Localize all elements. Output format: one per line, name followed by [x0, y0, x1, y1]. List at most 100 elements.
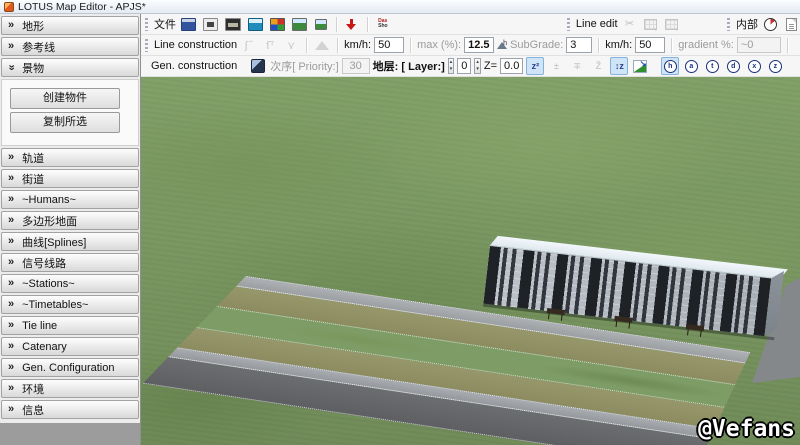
- file-menu-label[interactable]: 文件: [154, 16, 176, 32]
- toolbar-line-construction: Line construction ʃ˘ ſᵀ ⋎ km/h: max (%):…: [141, 35, 800, 56]
- image-button[interactable]: [290, 15, 309, 33]
- terrain-z2-button[interactable]: z²: [526, 57, 544, 75]
- merge-line-button[interactable]: [663, 15, 681, 33]
- separator: [306, 38, 307, 53]
- object-tool-button[interactable]: [249, 57, 267, 75]
- description-button[interactable]: Das Sho: [374, 15, 392, 33]
- sidebar-item-label: Gen. Configuration: [22, 362, 114, 374]
- plusminus2-button[interactable]: ∓: [568, 57, 586, 75]
- speed2-input[interactable]: [635, 37, 665, 53]
- sidebar-item-tracks[interactable]: » 轨道: [1, 148, 139, 167]
- tiles-icon: [270, 18, 285, 31]
- rotate-d-icon: d: [727, 60, 740, 73]
- window-title: LOTUS Map Editor - APJS*: [18, 1, 146, 13]
- sidebar-item-environment[interactable]: » 环境: [1, 379, 139, 398]
- z-label: Z=: [484, 60, 497, 72]
- gauge-button[interactable]: [761, 15, 779, 33]
- archive-button[interactable]: [246, 15, 265, 33]
- spline-branch-button[interactable]: ⋎: [282, 36, 300, 54]
- tiles-button[interactable]: [268, 15, 287, 33]
- separator: [337, 38, 338, 53]
- separator: [410, 38, 411, 53]
- embankment-button[interactable]: [313, 36, 331, 54]
- sidebar-item-gen-configuration[interactable]: » Gen. Configuration: [1, 358, 139, 377]
- panorama-button[interactable]: [223, 15, 244, 33]
- building-entrance-canopy: [614, 316, 632, 323]
- chevron-right-icon: »: [8, 173, 14, 184]
- sidebar-filler: [0, 423, 140, 445]
- z-value[interactable]: 0.0: [500, 58, 523, 74]
- sidebar-item-tie-line[interactable]: » Tie line: [1, 316, 139, 335]
- cut-line-button[interactable]: ✂: [621, 15, 639, 33]
- gauge-icon: [764, 18, 777, 31]
- sidebar-item-signal-lines[interactable]: » 信号线路: [1, 253, 139, 272]
- create-object-button[interactable]: 创建物件: [10, 88, 120, 109]
- rotate-a-icon: a: [685, 60, 698, 73]
- sidebar-item-label: 环境: [22, 381, 44, 397]
- app-window: LOTUS Map Editor - APJS* » 地形 » 参考线 » 景物…: [0, 0, 800, 445]
- sidebar-item-terrain[interactable]: » 地形: [1, 16, 139, 35]
- rotate-x-icon: x: [748, 60, 761, 73]
- rotate-z-button[interactable]: z: [766, 57, 784, 75]
- building-entrance-canopy: [686, 324, 704, 331]
- layer-label: 地层: [ Layer:]: [373, 58, 445, 74]
- spin-down-icon[interactable]: ▼: [449, 66, 453, 73]
- spin-up-icon[interactable]: ▲: [475, 59, 479, 66]
- rotate-t-button[interactable]: t: [703, 57, 721, 75]
- layer-spinner-left[interactable]: ▲▼: [448, 58, 454, 74]
- sidebar-item-timetables[interactable]: » ~Timetables~: [1, 295, 139, 314]
- spline-t-button[interactable]: ſᵀ: [261, 36, 279, 54]
- separator: [598, 38, 599, 53]
- import-button[interactable]: [343, 15, 361, 33]
- gradient-input[interactable]: [737, 37, 781, 53]
- max-percent-input[interactable]: [464, 37, 494, 53]
- sidebar-item-reference-lines[interactable]: » 参考线: [1, 37, 139, 56]
- sidebar-item-humans[interactable]: » ~Humans~: [1, 190, 139, 209]
- chevron-right-icon: »: [8, 152, 14, 163]
- priority-input[interactable]: [342, 58, 370, 74]
- sidebar-item-label: 信号线路: [22, 255, 66, 271]
- rotate-a-button[interactable]: a: [682, 57, 700, 75]
- slope-button[interactable]: [631, 57, 649, 75]
- sidebar-item-streets[interactable]: » 街道: [1, 169, 139, 188]
- sidebar-item-label: ~Timetables~: [22, 299, 88, 311]
- save-icon: [181, 18, 196, 31]
- toolbar-grip: [145, 18, 148, 31]
- zheight-button[interactable]: ↕z: [610, 57, 628, 75]
- zbar-button[interactable]: Z̄: [589, 57, 607, 75]
- speed1-label: km/h:: [344, 39, 371, 51]
- separator: [367, 17, 368, 32]
- texture-icon: [203, 18, 218, 31]
- internal-label: 内部: [736, 16, 758, 32]
- layer-value[interactable]: 0: [457, 58, 471, 74]
- rotate-h-button[interactable]: h: [661, 57, 679, 75]
- layer-spinner-right[interactable]: ▲▼: [474, 58, 480, 74]
- save-button[interactable]: [179, 15, 198, 33]
- chevron-right-icon: »: [8, 341, 14, 352]
- document-button[interactable]: [782, 15, 800, 33]
- set-all-button[interactable]: SET ALL: [796, 57, 800, 75]
- copy-selected-button[interactable]: 复制所选: [10, 112, 120, 133]
- rotate-d-button[interactable]: d: [724, 57, 742, 75]
- app-icon: [4, 2, 14, 12]
- sidebar-item-info[interactable]: » 信息: [1, 400, 139, 419]
- sidebar-item-scenery[interactable]: » 景物: [1, 58, 139, 77]
- texture-button[interactable]: [201, 15, 220, 33]
- speed1-input[interactable]: [374, 37, 404, 53]
- zbar-icon: Z̄: [596, 62, 602, 71]
- subgrade-input[interactable]: [566, 37, 592, 53]
- toolbar-grip: [727, 18, 730, 31]
- sidebar-item-polygon-ground[interactable]: » 多边形地面: [1, 211, 139, 230]
- rotate-x-button[interactable]: x: [745, 57, 763, 75]
- sidebar-item-stations[interactable]: » ~Stations~: [1, 274, 139, 293]
- image-small-button[interactable]: [312, 15, 330, 33]
- gradient-label: gradient %:: [678, 39, 734, 51]
- sidebar-item-splines[interactable]: » 曲线[Splines]: [1, 232, 139, 251]
- spin-down-icon[interactable]: ▼: [475, 66, 479, 73]
- sidebar-item-catenary[interactable]: » Catenary: [1, 337, 139, 356]
- split-line-button[interactable]: [642, 15, 660, 33]
- map-3d-viewport[interactable]: @Vefans: [141, 77, 800, 445]
- spin-up-icon[interactable]: ▲: [449, 59, 453, 66]
- spline-new-button[interactable]: ʃ˘: [240, 36, 258, 54]
- plusminus-button[interactable]: ±: [547, 57, 565, 75]
